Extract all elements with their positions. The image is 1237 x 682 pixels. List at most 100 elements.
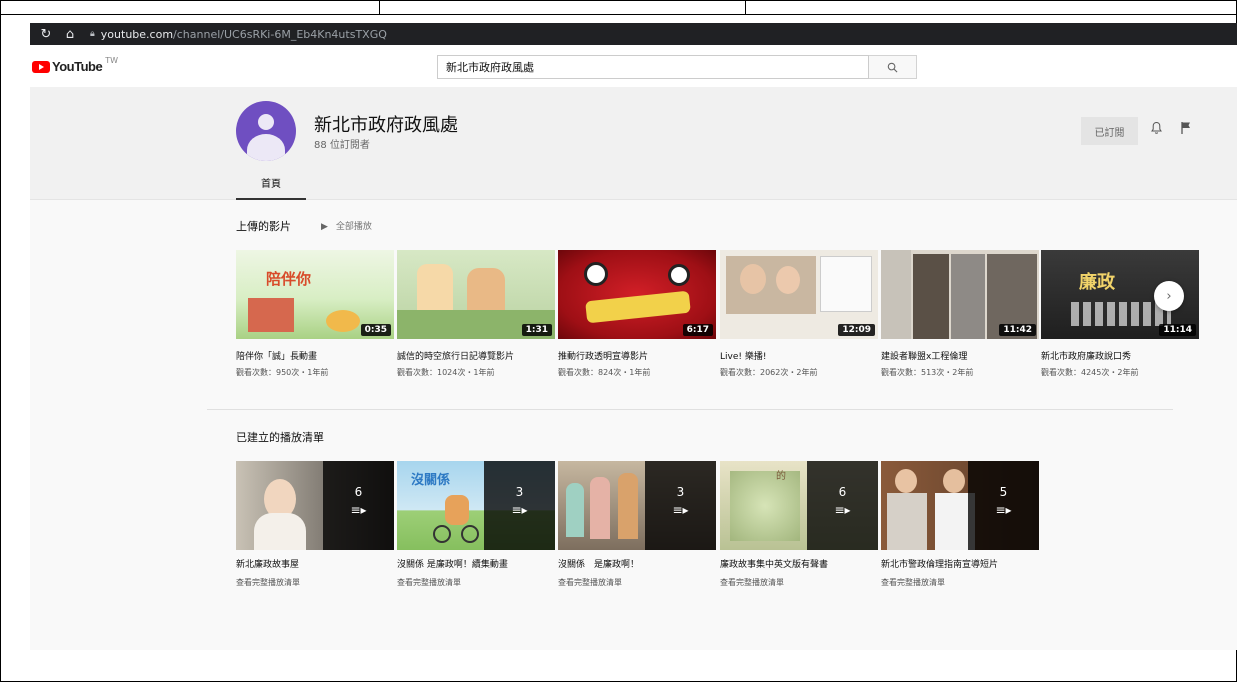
thumbnail-shape (887, 493, 927, 550)
video-meta: 觀看次數：824次・1年前 (558, 368, 651, 377)
video-title[interactable]: 陪伴你「誠」長動畫 (236, 349, 317, 362)
video-thumbnail[interactable]: 11:42 (881, 250, 1039, 339)
video-duration: 11:42 (999, 324, 1036, 336)
channel-header: 新北市政府政風處 88 位訂閱者 已訂閱 首頁 (30, 87, 1237, 200)
thumbnail-shape (326, 310, 360, 332)
thumbnail-shape (618, 473, 638, 539)
playlist-overlay: 6 ≡▸ (807, 461, 878, 550)
thumbnail-shape (913, 254, 949, 339)
playlists-section-title[interactable]: 已建立的播放清單 (236, 429, 324, 445)
video-title[interactable]: 誠信的時空旅行日記導覽影片 (397, 349, 514, 362)
play-all-label: 全部播放 (335, 222, 372, 232)
video-title[interactable]: 新北市政府廉政說口秀 (1041, 349, 1131, 362)
avatar-body (247, 134, 285, 161)
home-icon[interactable]: ⌂ (62, 27, 78, 42)
channel-name: 新北市政府政風處 (314, 115, 458, 136)
logo-text: YouTube (52, 59, 103, 74)
reload-icon[interactable]: ↻ (38, 27, 54, 42)
thumbnail-shape (881, 250, 911, 339)
playlist-title[interactable]: 新北廉政故事屋 (236, 557, 299, 570)
playlist-icon: ≡▸ (350, 503, 367, 517)
region-code: TW (105, 56, 118, 65)
playlist-thumbnail[interactable]: 沒關係 3 ≡▸ (397, 461, 555, 550)
thumbnail-shape (1071, 302, 1171, 326)
playlist-icon: ≡▸ (834, 503, 851, 517)
channel-avatar[interactable] (236, 101, 296, 161)
youtube-header: YouTube TW (30, 45, 1237, 87)
thumbnail-shape: 陪伴你 (266, 270, 312, 288)
video-title[interactable]: 建設者聯盟x工程倫理 (881, 349, 967, 362)
search-bar (437, 55, 917, 79)
playlist-title[interactable]: 廉政故事集中英文版有聲書 (720, 557, 828, 570)
thumbnail-shape (590, 477, 610, 539)
playlist-video-count: 5 (999, 485, 1008, 499)
avatar-head (258, 114, 274, 130)
flag-icon[interactable] (1180, 121, 1192, 139)
playlist-thumbnail[interactable]: 6 ≡▸ (236, 461, 394, 550)
video-duration: 0:35 (360, 324, 391, 336)
video-duration: 11:14 (1159, 324, 1196, 336)
search-input[interactable] (437, 55, 869, 79)
video-thumbnail[interactable]: 12:09 (720, 250, 878, 339)
lock-icon[interactable]: 🔒︎ (90, 29, 95, 39)
video-meta: 觀看次數：513次・2年前 (881, 368, 974, 377)
playlist-thumbnail[interactable]: 3 ≡▸ (558, 461, 716, 550)
video-meta: 觀看次數：4245次・2年前 (1041, 368, 1139, 377)
playlist-title[interactable]: 沒關係 是廉政啊！續集動畫 (397, 557, 508, 570)
thumbnail-shape (820, 256, 872, 312)
playlist-thumbnail[interactable]: 的 6 ≡▸ (720, 461, 878, 550)
thumbnail-shape (943, 469, 965, 493)
youtube-play-logo-icon (32, 60, 50, 73)
playlist-overlay: 6 ≡▸ (323, 461, 394, 550)
view-full-playlist-link[interactable]: 查看完整播放清單 (236, 577, 300, 588)
thumbnail-shape (254, 513, 306, 550)
view-full-playlist-link[interactable]: 查看完整播放清單 (397, 577, 461, 588)
thumbnail-shape: 沒關係 (411, 473, 451, 488)
section-divider (207, 409, 1173, 410)
tab-home[interactable]: 首頁 (236, 173, 306, 200)
playlist-icon: ≡▸ (995, 503, 1012, 517)
screenshot-frame: ↻ ⌂ 🔒︎ youtube.com/channel/UC6sRKi-6M_Eb… (0, 0, 1237, 682)
playlist-video-count: 6 (838, 485, 847, 499)
thumbnail-shape (730, 471, 800, 541)
thumbnail-shape (248, 298, 294, 332)
frame-top-border (1, 1, 1236, 15)
playlist-overlay: 3 ≡▸ (484, 461, 555, 550)
bell-icon[interactable] (1150, 121, 1163, 139)
video-thumbnail[interactable]: 陪伴你 0:35 (236, 250, 394, 339)
video-thumbnail[interactable]: 1:31 (397, 250, 555, 339)
view-full-playlist-link[interactable]: 查看完整播放清單 (720, 577, 784, 588)
playlist-title[interactable]: 沒關係 是廉政啊！ (558, 557, 639, 570)
thumbnail-shape (566, 483, 584, 537)
thumbnail-shape (776, 266, 800, 294)
url-path: /channel/UC6sRKi-6M_Eb4Kn4utsTXGQ (173, 27, 387, 41)
video-duration: 12:09 (838, 324, 875, 336)
search-button[interactable] (869, 55, 917, 79)
thumbnail-shape (433, 525, 451, 543)
thumbnail-shape (584, 262, 608, 286)
playlist-title[interactable]: 新北市警政倫理指南宣導短片 (881, 557, 998, 570)
address-bar[interactable]: youtube.com/channel/UC6sRKi-6M_Eb4Kn4uts… (101, 28, 387, 41)
view-full-playlist-link[interactable]: 查看完整播放清單 (558, 577, 622, 588)
url-host: youtube.com (100, 27, 174, 41)
playlist-video-count: 3 (515, 485, 524, 499)
video-duration: 1:31 (521, 324, 552, 336)
video-duration: 6:17 (682, 324, 713, 336)
video-title[interactable]: 推動行政透明宣導影片 (558, 349, 648, 362)
chevron-right-icon[interactable]: › (1154, 281, 1184, 311)
video-thumbnail[interactable]: 6:17 (558, 250, 716, 339)
subscribed-button[interactable]: 已訂閱 (1081, 117, 1138, 145)
play-all-button[interactable]: ▶ 全部播放 (321, 219, 372, 232)
playlist-video-count: 6 (354, 485, 363, 499)
view-full-playlist-link[interactable]: 查看完整播放清單 (881, 577, 945, 588)
thumbnail-shape (951, 254, 985, 339)
play-icon: ▶ (321, 222, 328, 232)
frame-divider (379, 1, 380, 15)
playlist-thumbnail[interactable]: 5 ≡▸ (881, 461, 1039, 550)
youtube-logo[interactable]: YouTube TW (32, 56, 118, 74)
playlist-overlay: 5 ≡▸ (968, 461, 1039, 550)
video-title[interactable]: Live! 樂播! (720, 349, 766, 362)
subscriber-count: 88 位訂閱者 (314, 140, 370, 151)
uploads-section-title[interactable]: 上傳的影片 (236, 218, 291, 234)
playlist-icon: ≡▸ (511, 503, 528, 517)
